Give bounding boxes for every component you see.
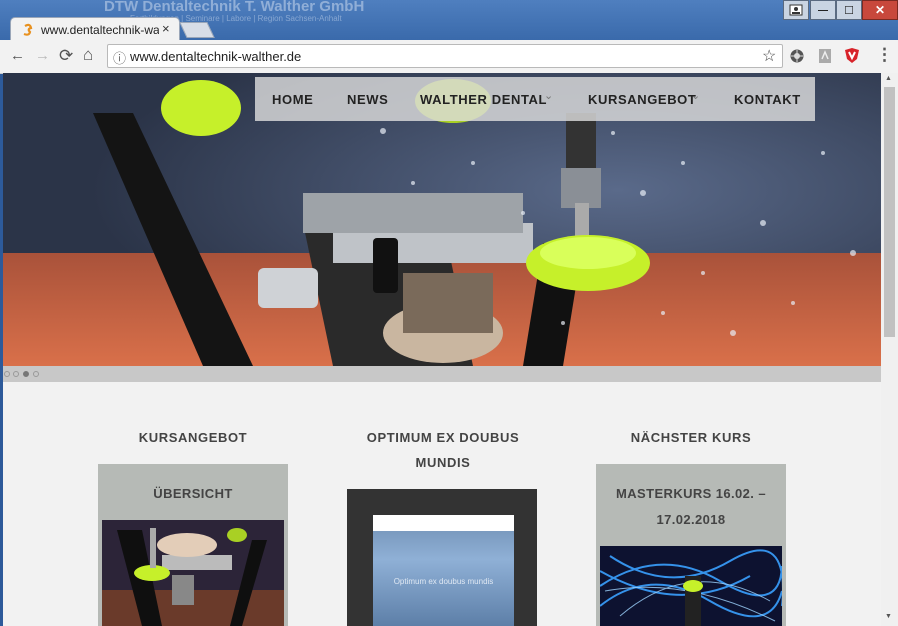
close-window-button[interactable]: ✕: [862, 0, 898, 20]
masterkurs-photo: [600, 546, 782, 626]
web-page: HOME NEWS WALTHER DENTAL ⌄ KURSANGEBOT ⌄…: [3, 73, 881, 626]
bookmark-star-icon[interactable]: ☆: [762, 46, 776, 66]
nav-walther-dental[interactable]: WALTHER DENTAL: [420, 92, 547, 107]
nav-home[interactable]: HOME: [272, 92, 313, 107]
video-caption: Optimum ex doubus mundis: [393, 577, 494, 586]
chevron-down-icon: ⌄: [544, 90, 554, 102]
profile-button[interactable]: [783, 0, 809, 20]
slider-dot[interactable]: [4, 371, 10, 377]
address-bar[interactable]: ⓘ www.dentaltechnik-walther.de ☆: [107, 44, 783, 68]
url-text: www.dentaltechnik-walther.de: [130, 49, 302, 64]
kursangebot-card[interactable]: ÜBERSICHT: [98, 464, 288, 626]
card-title-masterkurs-line1: MASTERKURS 16.02. –: [616, 486, 766, 501]
tab-title: www.dentaltechnik-walth: [41, 23, 159, 37]
hero-slider-image: HOME NEWS WALTHER DENTAL ⌄ KURSANGEBOT ⌄…: [3, 73, 881, 366]
background-window-title: DTW Dentaltechnik T. Walther GmbH: [104, 0, 365, 15]
forward-button[interactable]: →: [35, 47, 50, 64]
nav-news[interactable]: NEWS: [347, 92, 388, 107]
slider-dot[interactable]: [33, 371, 39, 377]
home-button[interactable]: ⌂: [83, 45, 93, 65]
nav-kursangebot[interactable]: KURSANGEBOT: [588, 92, 696, 107]
video-header-strip: [373, 515, 514, 531]
card-title-uebersicht: ÜBERSICHT: [153, 486, 233, 501]
card-title-masterkurs-line2: 17.02.2018: [656, 512, 726, 527]
scrollbar-thumb[interactable]: [884, 87, 895, 337]
reload-button[interactable]: ⟳: [59, 46, 73, 66]
course-overview-photo: [102, 520, 284, 626]
video-embed[interactable]: Optimum ex doubus mundis: [347, 489, 537, 626]
main-navigation: HOME NEWS WALTHER DENTAL ⌄ KURSANGEBOT ⌄…: [255, 77, 815, 121]
video-thumbnail[interactable]: Optimum ex doubus mundis: [373, 515, 514, 626]
close-icon: ✕: [874, 3, 886, 17]
column-title-optimum-line1: OPTIMUM EX DOUBUS: [366, 430, 520, 445]
column-title-naechster-kurs: NÄCHSTER KURS: [630, 430, 752, 445]
slider-pagination: [3, 366, 881, 382]
chevron-down-icon: ⌄: [691, 90, 701, 102]
minimize-button[interactable]: —: [810, 0, 836, 20]
minimize-icon: —: [818, 4, 828, 16]
nav-kontakt[interactable]: KONTAKT: [734, 92, 801, 107]
extension-shield-icon[interactable]: [844, 47, 860, 65]
extension-globe-icon[interactable]: [789, 48, 805, 64]
chrome-menu-button[interactable]: ⋮: [876, 45, 893, 65]
site-favicon-icon: [23, 23, 33, 36]
extension-pdf-icon[interactable]: [817, 48, 833, 64]
maximize-button[interactable]: ☐: [836, 0, 862, 20]
next-course-card[interactable]: MASTERKURS 16.02. – 17.02.2018: [596, 464, 786, 626]
tab-close-button[interactable]: ×: [162, 21, 170, 36]
maximize-icon: ☐: [844, 4, 854, 17]
scroll-down-arrow-icon[interactable]: ▼: [885, 613, 892, 620]
user-icon: [789, 4, 803, 16]
back-button[interactable]: ←: [10, 47, 25, 64]
column-title-optimum-line2: MUNDIS: [415, 455, 471, 470]
site-info-icon[interactable]: ⓘ: [113, 48, 126, 67]
scroll-up-arrow-icon[interactable]: ▲: [885, 75, 892, 82]
slider-dot-active[interactable]: [23, 371, 29, 377]
column-title-kursangebot: KURSANGEBOT: [138, 430, 248, 445]
browser-tab[interactable]: www.dentaltechnik-walth ×: [10, 17, 180, 41]
slider-dot[interactable]: [13, 371, 19, 377]
